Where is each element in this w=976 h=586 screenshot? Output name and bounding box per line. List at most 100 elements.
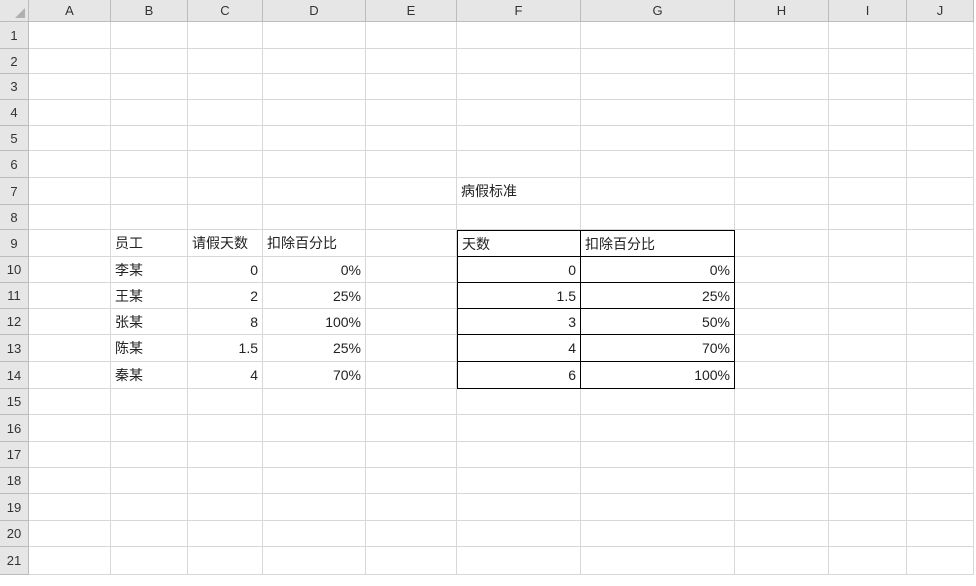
cell-G1[interactable] — [581, 22, 735, 49]
cell-A20[interactable] — [29, 521, 111, 547]
cell-G10[interactable]: 0% — [581, 257, 735, 283]
row-header-4[interactable]: 4 — [0, 100, 29, 126]
cell-E16[interactable] — [366, 415, 457, 442]
cell-I8[interactable] — [829, 205, 907, 230]
column-header-C[interactable]: C — [188, 0, 263, 22]
cell-I20[interactable] — [829, 521, 907, 547]
cell-B11[interactable]: 王某 — [111, 283, 188, 309]
cell-B20[interactable] — [111, 521, 188, 547]
cell-H3[interactable] — [735, 74, 829, 100]
cell-A17[interactable] — [29, 442, 111, 468]
cell-C6[interactable] — [188, 151, 263, 178]
cell-I4[interactable] — [829, 100, 907, 126]
cell-I16[interactable] — [829, 415, 907, 442]
cell-B16[interactable] — [111, 415, 188, 442]
cell-J17[interactable] — [907, 442, 974, 468]
cell-H13[interactable] — [735, 335, 829, 362]
cell-F18[interactable] — [457, 468, 581, 494]
cell-H21[interactable] — [735, 547, 829, 575]
cell-D5[interactable] — [263, 126, 366, 151]
cell-J11[interactable] — [907, 283, 974, 309]
cell-C12[interactable]: 8 — [188, 309, 263, 335]
cell-G18[interactable] — [581, 468, 735, 494]
cell-C15[interactable] — [188, 389, 263, 415]
cell-D14[interactable]: 70% — [263, 362, 366, 389]
cell-A18[interactable] — [29, 468, 111, 494]
cell-D4[interactable] — [263, 100, 366, 126]
cell-B5[interactable] — [111, 126, 188, 151]
cell-J16[interactable] — [907, 415, 974, 442]
cell-B13[interactable]: 陈某 — [111, 335, 188, 362]
cell-E1[interactable] — [366, 22, 457, 49]
row-header-9[interactable]: 9 — [0, 230, 29, 257]
cell-J19[interactable] — [907, 494, 974, 521]
cell-D2[interactable] — [263, 49, 366, 74]
cell-D13[interactable]: 25% — [263, 335, 366, 362]
row-header-16[interactable]: 16 — [0, 415, 29, 442]
cell-I1[interactable] — [829, 22, 907, 49]
cell-I10[interactable] — [829, 257, 907, 283]
cell-B15[interactable] — [111, 389, 188, 415]
cell-D20[interactable] — [263, 521, 366, 547]
cell-C5[interactable] — [188, 126, 263, 151]
cell-B6[interactable] — [111, 151, 188, 178]
cell-E17[interactable] — [366, 442, 457, 468]
cell-J9[interactable] — [907, 230, 974, 257]
cell-H20[interactable] — [735, 521, 829, 547]
cell-A11[interactable] — [29, 283, 111, 309]
cell-J12[interactable] — [907, 309, 974, 335]
cell-E11[interactable] — [366, 283, 457, 309]
cell-I5[interactable] — [829, 126, 907, 151]
cell-F11[interactable]: 1.5 — [457, 283, 581, 309]
cell-H8[interactable] — [735, 205, 829, 230]
cell-A3[interactable] — [29, 74, 111, 100]
cell-B21[interactable] — [111, 547, 188, 575]
cell-C21[interactable] — [188, 547, 263, 575]
cell-J6[interactable] — [907, 151, 974, 178]
cell-F16[interactable] — [457, 415, 581, 442]
row-header-15[interactable]: 15 — [0, 389, 29, 415]
cell-C7[interactable] — [188, 178, 263, 205]
cell-D15[interactable] — [263, 389, 366, 415]
cell-G21[interactable] — [581, 547, 735, 575]
cell-H5[interactable] — [735, 126, 829, 151]
cell-D6[interactable] — [263, 151, 366, 178]
cell-A4[interactable] — [29, 100, 111, 126]
cell-G7[interactable] — [581, 178, 735, 205]
cell-A10[interactable] — [29, 257, 111, 283]
cell-I18[interactable] — [829, 468, 907, 494]
cell-E13[interactable] — [366, 335, 457, 362]
cell-G19[interactable] — [581, 494, 735, 521]
cell-E14[interactable] — [366, 362, 457, 389]
cell-D12[interactable]: 100% — [263, 309, 366, 335]
cell-J3[interactable] — [907, 74, 974, 100]
cell-H10[interactable] — [735, 257, 829, 283]
cell-J10[interactable] — [907, 257, 974, 283]
cell-D10[interactable]: 0% — [263, 257, 366, 283]
cell-E19[interactable] — [366, 494, 457, 521]
cell-G17[interactable] — [581, 442, 735, 468]
cell-E2[interactable] — [366, 49, 457, 74]
cell-F15[interactable] — [457, 389, 581, 415]
cell-E7[interactable] — [366, 178, 457, 205]
row-header-5[interactable]: 5 — [0, 126, 29, 151]
cell-D11[interactable]: 25% — [263, 283, 366, 309]
cell-B12[interactable]: 张某 — [111, 309, 188, 335]
cells-grid[interactable]: 病假标准员工请假天数扣除百分比天数扣除百分比李某00%00%王某225%1.52… — [29, 22, 974, 575]
cell-J14[interactable] — [907, 362, 974, 389]
cell-A1[interactable] — [29, 22, 111, 49]
cell-J20[interactable] — [907, 521, 974, 547]
cell-F4[interactable] — [457, 100, 581, 126]
cell-H2[interactable] — [735, 49, 829, 74]
row-header-6[interactable]: 6 — [0, 151, 29, 178]
cell-J21[interactable] — [907, 547, 974, 575]
column-header-D[interactable]: D — [263, 0, 366, 22]
cell-F13[interactable]: 4 — [457, 335, 581, 362]
cell-C17[interactable] — [188, 442, 263, 468]
cell-F19[interactable] — [457, 494, 581, 521]
cell-A16[interactable] — [29, 415, 111, 442]
cell-H1[interactable] — [735, 22, 829, 49]
cell-A19[interactable] — [29, 494, 111, 521]
cell-E18[interactable] — [366, 468, 457, 494]
cell-E9[interactable] — [366, 230, 457, 257]
